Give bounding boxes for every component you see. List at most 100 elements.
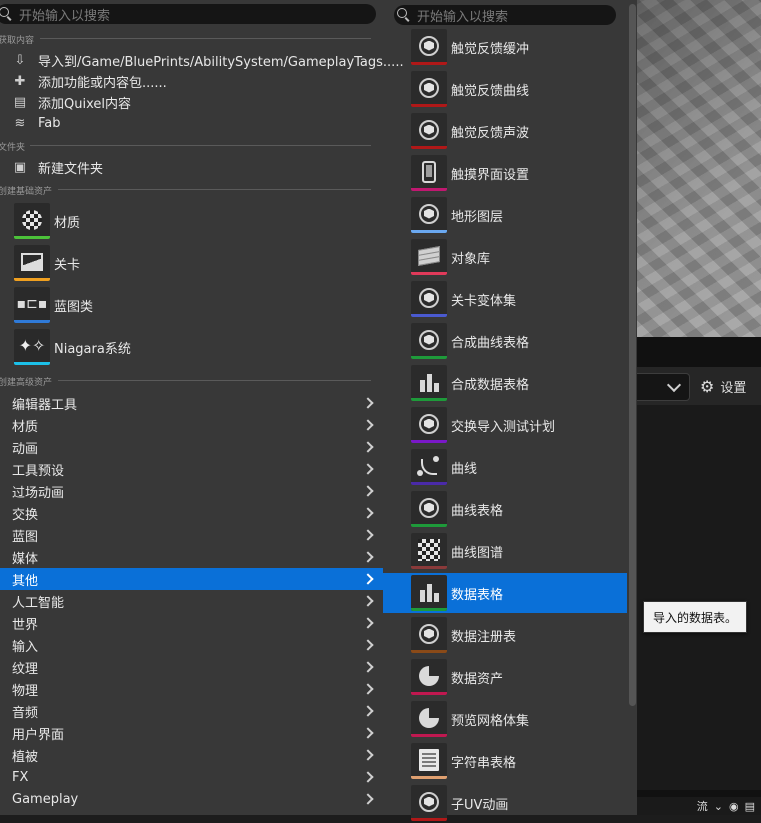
basic-asset-level[interactable]: 关卡 [14,245,80,281]
category-label: FX [12,769,29,785]
submenu-item-label: 合成曲线表格 [451,335,530,351]
chevron-right-icon [362,683,374,695]
blueprint-icon: ▪⊏▪ [14,287,50,323]
stack-icon [411,239,447,275]
submenu-search-input[interactable]: 开始输入以搜索 [394,5,616,25]
sphere-icon [411,71,447,107]
category-item[interactable]: 其他 [0,568,383,590]
bars-icon [411,575,447,611]
import-icon: ⇩ [14,52,26,68]
category-item[interactable]: 蓝图 [0,524,383,546]
submenu-scrollbar[interactable] [629,4,636,706]
category-label: 人工智能 [12,595,65,611]
submenu-item[interactable]: 关卡变体集 [383,279,627,319]
submenu-item-label: 曲线 [451,461,478,477]
category-label: 材质 [12,419,39,435]
chevron-right-icon [362,617,374,629]
category-item[interactable]: 输入 [0,634,383,656]
pie-icon [411,659,447,695]
submenu-item-label: 数据注册表 [451,629,517,645]
category-item[interactable]: 纹理 [0,656,383,678]
category-item[interactable]: 材质 [0,414,383,436]
submenu-item[interactable]: 数据表格 [383,573,627,613]
category-label: 音频 [12,705,39,721]
submenu-item[interactable]: 合成曲线表格 [383,321,627,361]
submenu-item[interactable]: 触觉反馈声波 [383,111,627,151]
chevron-right-icon [362,639,374,651]
level-viewport[interactable] [637,0,761,337]
chevron-right-icon [362,507,374,519]
menu-item-fab[interactable]: ≋ Fab [12,115,61,131]
category-item[interactable]: FX [0,766,383,788]
submenu-item[interactable]: 曲线表格 [383,489,627,529]
submenu-item[interactable]: 触摸界面设置 [383,153,627,193]
submenu-item[interactable]: 字符串表格 [383,741,627,781]
submenu-item[interactable]: 数据注册表 [383,615,627,655]
basic-asset-blueprint[interactable]: ▪⊏▪ 蓝图类 [14,287,93,323]
source-control-icon[interactable]: ◉ [729,800,739,813]
chevron-right-icon [362,573,374,585]
submenu-item-label: 预览网格体集 [451,713,530,729]
chevron-down-icon[interactable]: ⌄ [714,800,723,813]
submenu-item[interactable]: 地形图层 [383,195,627,235]
category-item[interactable]: 动画 [0,436,383,458]
menu-item-import[interactable]: ⇩ 导入到/Game/BluePrints/AbilitySystem/Game… [12,52,404,70]
category-item[interactable]: 植被 [0,744,383,766]
submenu-item[interactable]: 曲线图谱 [383,531,627,571]
layout-icon[interactable]: ▤ [745,800,755,813]
asset-label: 关卡 [54,257,81,273]
chevron-right-icon [362,485,374,497]
menu-item-new-folder[interactable]: ▣ 新建文件夹 [12,159,103,177]
category-label: 工具预设 [12,463,65,479]
basic-asset-material[interactable]: 材质 [14,203,80,239]
divider [58,380,371,381]
menu-item-add-feature[interactable]: ✚ 添加功能或内容包...... [12,73,167,91]
submenu-item[interactable]: 曲线 [383,447,627,487]
category-item[interactable]: 交换 [0,502,383,524]
basic-asset-niagara[interactable]: ✦✧ Niagara系统 [14,329,131,365]
chevron-right-icon [362,727,374,739]
sphere-icon [411,785,447,821]
submenu-item[interactable]: 合成数据表格 [383,363,627,403]
gear-icon: ⚙ [700,376,715,396]
category-item[interactable]: 过场动画 [0,480,383,502]
section-basic-assets: 创建基础资产 [0,187,53,197]
asset-label: 材质 [54,215,81,231]
category-label: 物理 [12,683,39,699]
submenu-item[interactable]: 触觉反馈曲线 [383,69,627,109]
category-item[interactable]: 物理 [0,678,383,700]
level-icon [14,245,50,281]
checker-icon [411,533,447,569]
submenu-item[interactable]: 交换导入测试计划 [383,405,627,445]
menu-item-add-quixel[interactable]: ▤ 添加Quixel内容 [12,94,131,112]
submenu-item[interactable]: 对象库 [383,237,627,277]
category-item[interactable]: 编辑器工具 [0,392,383,414]
search-input[interactable]: 开始输入以搜索 [0,4,376,24]
submenu-item-label: 对象库 [451,251,491,267]
submenu-item-label: 触觉反馈曲线 [451,83,530,99]
sheet-icon [411,743,447,779]
tooltip-text: 导入的数据表。 [652,610,737,625]
category-item[interactable]: 媒体 [0,546,383,568]
sphere-icon [411,323,447,359]
submenu-item[interactable]: 数据资产 [383,657,627,697]
submenu-item-label: 触摸界面设置 [451,167,530,183]
category-item[interactable]: Gameplay [0,788,383,810]
category-label: 编辑器工具 [12,397,78,413]
submenu-item[interactable]: 预览网格体集 [383,699,627,739]
category-item[interactable]: 用户界面 [0,722,383,744]
category-item[interactable]: 世界 [0,612,383,634]
search-placeholder: 开始输入以搜索 [19,8,111,24]
new-folder-icon: ▣ [13,159,27,175]
category-item[interactable]: 音频 [0,700,383,722]
add-feature-icon: ✚ [14,73,26,89]
category-item[interactable]: 工具预设 [0,458,383,480]
submenu-item[interactable]: 子UV动画 [383,783,627,823]
filter-dropdown[interactable] [637,373,690,401]
category-item[interactable]: 人工智能 [0,590,383,612]
settings-button[interactable]: ⚙ 设置 [700,375,746,397]
sphere-icon [411,197,447,233]
submenu-item[interactable]: 触觉反馈缓冲 [383,27,627,67]
submenu-item-label: 关卡变体集 [451,293,517,309]
chevron-right-icon [362,397,374,409]
